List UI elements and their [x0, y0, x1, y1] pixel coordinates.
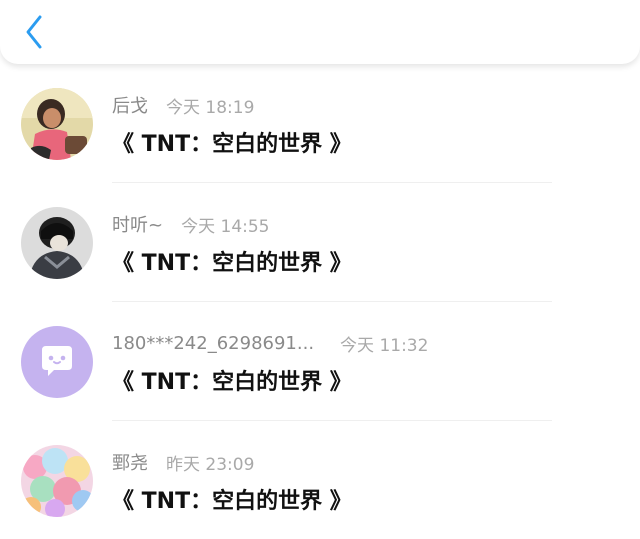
hooded-figure-photo: [21, 207, 93, 279]
comment-title: 《 TNT：空白的世界 》: [112, 370, 352, 395]
comment-meta: 时听~ 今天 14:55: [112, 211, 270, 237]
avatar[interactable]: [21, 445, 93, 517]
list-item[interactable]: 鄄尧 昨天 23:09 《 TNT：空白的世界 》: [0, 421, 640, 539]
top-bar: [0, 0, 640, 64]
app-screen: 后戈 今天 18:19 《 TNT：空白的世界 》 时听~ 今天 14:55 《…: [0, 0, 640, 539]
avatar[interactable]: [21, 88, 93, 160]
list-item[interactable]: 后戈 今天 18:19 《 TNT：空白的世界 》: [0, 64, 640, 183]
list-item[interactable]: 时听~ 今天 14:55 《 TNT：空白的世界 》: [0, 183, 640, 302]
comment-list: 后戈 今天 18:19 《 TNT：空白的世界 》 时听~ 今天 14:55 《…: [0, 64, 640, 539]
timestamp: 今天 14:55: [181, 216, 270, 237]
avatar[interactable]: [21, 207, 93, 279]
chevron-left-icon: [26, 15, 42, 49]
back-button[interactable]: [14, 12, 54, 52]
username[interactable]: 后戈: [112, 92, 148, 118]
girl-photo: [21, 88, 93, 160]
comment-title: 《 TNT：空白的世界 》: [112, 251, 352, 276]
username[interactable]: 时听~: [112, 211, 163, 237]
comment-title: 《 TNT：空白的世界 》: [112, 489, 352, 514]
comment-meta: 鄄尧 昨天 23:09: [112, 449, 254, 475]
comment-title: 《 TNT：空白的世界 》: [112, 132, 352, 157]
avatar[interactable]: [21, 326, 93, 398]
default-chat-bubble-icon: [21, 326, 93, 398]
comment-meta: 后戈 今天 18:19: [112, 92, 254, 118]
timestamp: 昨天 23:09: [166, 454, 255, 475]
colorful-balloons-photo: [21, 445, 93, 517]
username[interactable]: 180***242_6298691...: [112, 333, 314, 354]
timestamp: 今天 18:19: [166, 97, 255, 118]
timestamp: 今天 11:32: [340, 335, 429, 356]
list-item[interactable]: 180***242_6298691... 今天 11:32 《 TNT：空白的世…: [0, 302, 640, 421]
username[interactable]: 鄄尧: [112, 449, 148, 475]
comment-meta: 180***242_6298691... 今天 11:32: [112, 330, 428, 356]
